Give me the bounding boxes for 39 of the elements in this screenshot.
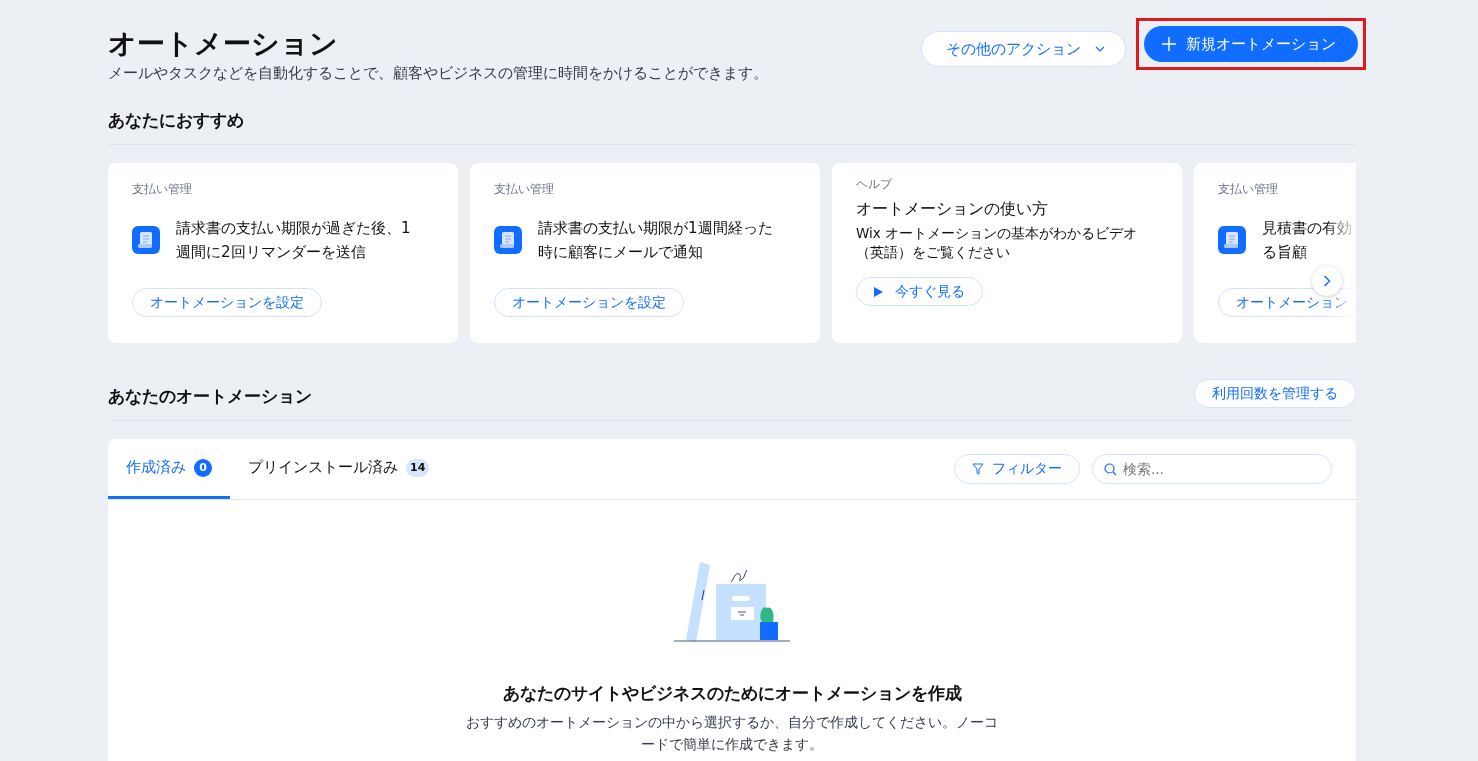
empty-state-description: おすすめのオートメーションの中から選択するか、自分で作成してください。ノーコードで簡単に作成できます。 <box>465 713 999 754</box>
card-category: 支払い管理 <box>132 181 192 198</box>
card-description: Wix オートメーションの基本がわかるビデオ（英語）をご覧ください <box>856 224 1139 262</box>
card-category: 支払い管理 <box>494 181 554 198</box>
card-category: ヘルプ <box>856 176 892 193</box>
tab-label: 作成済み <box>126 458 186 477</box>
count-badge: 0 <box>194 458 212 477</box>
tab[interactable]: 作成済み 0 <box>108 439 230 499</box>
section-heading: あなたにおすすめ <box>108 109 245 132</box>
setup-automation-button[interactable]: オートメーションを設定 <box>132 288 322 317</box>
empty-state-title: あなたのサイトやビジネスのためにオートメーションを作成 <box>502 682 962 705</box>
filter-button[interactable]: フィルター <box>954 454 1080 484</box>
chevron-right-icon <box>1323 275 1331 287</box>
document-icon <box>132 226 160 254</box>
tab[interactable]: プリインストール済み 14 <box>230 439 448 499</box>
document-icon <box>494 226 522 254</box>
card-title: オートメーションの使い方 <box>856 198 1048 220</box>
card-category: 支払い管理 <box>1218 181 1278 198</box>
section-heading: あなたのオートメーション <box>108 385 312 408</box>
new-automation-button[interactable]: 新規オートメーション <box>1144 26 1358 62</box>
more-actions-button[interactable]: その他のアクション <box>921 31 1126 67</box>
card-title: 請求書の支払い期限が1週間経った 時に顧客にメールで通知 <box>538 218 773 263</box>
chevron-down-icon <box>1095 46 1105 52</box>
document-icon <box>1218 226 1246 254</box>
count-badge: 14 <box>406 458 430 477</box>
filter-icon <box>972 463 984 475</box>
setup-automation-button[interactable]: オートメーション <box>1218 288 1356 317</box>
watch-now-button[interactable]: 今すぐ見る <box>856 277 983 306</box>
setup-automation-button[interactable]: オートメーションを設定 <box>494 288 684 317</box>
card-title: 請求書の支払い期限が過ぎた後、1 週間に2回リマンダーを送信 <box>176 218 411 263</box>
page-subtitle: メールやタスクなどを自動化することで、顧客やビジネスの管理に時間をかけることができます。 <box>108 64 768 83</box>
search-field[interactable]: 検索... <box>1092 454 1332 484</box>
manage-usage-button[interactable]: 利用回数を管理する <box>1194 379 1356 408</box>
search-icon <box>1104 463 1117 476</box>
play-icon <box>874 286 883 297</box>
page-title: オートメーション <box>108 26 339 62</box>
plus-icon <box>1162 37 1176 51</box>
tab-label: プリインストール済み <box>248 458 398 477</box>
card-title: 見積書の有効 る旨顧 <box>1262 218 1352 263</box>
